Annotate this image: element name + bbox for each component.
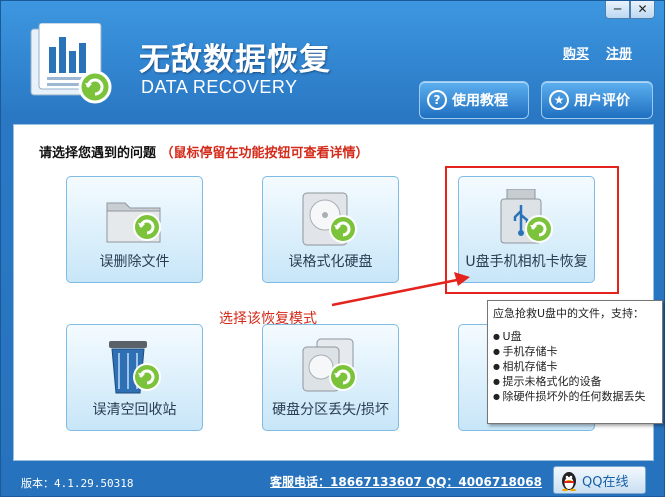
tooltip-item: 提示未格式化的设备 [493, 374, 657, 389]
app-logo-icon [30, 23, 112, 104]
tooltip-item: 除硬件损坏外的任何数据丢失 [493, 389, 657, 404]
tooltip-heading: 应急抢救U盘中的文件，支持： [493, 307, 645, 320]
folder-recover-icon [106, 202, 161, 243]
prompt-hint: （鼠标停留在功能按钮可查看详情） [160, 146, 369, 161]
minimize-button[interactable]: ─ [605, 1, 630, 19]
tile-deleted-files[interactable]: 误删除文件 [66, 176, 203, 283]
close-button[interactable]: ✕ [630, 1, 655, 19]
tile-partition-lost[interactable]: 硬盘分区丢失/损坏 [262, 324, 399, 431]
tooltip-item: 相机存储卡 [493, 359, 657, 374]
tooltip-item: 手机存储卡 [493, 344, 657, 359]
tooltip-item: U盘 [493, 329, 657, 344]
qq-label: QQ在线 [582, 474, 629, 490]
contact-link[interactable]: 客服电话：18667133607 QQ：4006718068 [270, 473, 542, 490]
tile-label: 误删除文件 [99, 254, 170, 270]
prompt-text: 请选择您遇到的问题 （鼠标停留在功能按钮可查看详情） [39, 142, 369, 161]
recycle-bin-recover-icon [109, 341, 161, 394]
qq-penguin-icon [562, 472, 576, 491]
prompt-question: 请选择您遇到的问题 [39, 146, 157, 161]
question-icon: ? [427, 90, 447, 110]
annotation-text: 选择该恢复模式 [219, 311, 317, 327]
review-label: 用户评价 [574, 93, 630, 109]
tutorial-label: 使用教程 [452, 93, 508, 109]
mode-panel: 请选择您遇到的问题 （鼠标停留在功能按钮可查看详情） 误删除文件 误格式化硬盘 … [13, 124, 663, 461]
qq-online-button[interactable]: QQ在线 [553, 466, 646, 494]
version-text: 版本：4.1.29.50318 [21, 477, 134, 490]
thumbs-up-icon: ★ [549, 90, 569, 110]
tutorial-button[interactable]: ? 使用教程 [419, 81, 529, 119]
buy-link[interactable]: 购买 [563, 43, 589, 62]
app-subtitle: DATA RECOVERY [141, 77, 298, 97]
disk-recover-icon [302, 192, 357, 246]
tooltip-list: U盘 手机存储卡 相机存储卡 提示未格式化的设备 除硬件损坏外的任何数据丢失 [493, 329, 657, 404]
user-review-button[interactable]: ★ 用户评价 [541, 81, 653, 119]
partition-recover-icon [302, 338, 357, 392]
tile-recycle-bin[interactable]: 误清空回收站 [66, 324, 203, 431]
usb-tooltip: 应急抢救U盘中的文件，支持： U盘 手机存储卡 相机存储卡 提示未格式化的设备 … [487, 300, 663, 424]
tile-label: 硬盘分区丢失/损坏 [272, 402, 389, 418]
app-window: ─ ✕ 无敌数据恢复 DATA RECOVERY 购买 注册 ? 使用教程 ★ … [0, 0, 665, 497]
app-title: 无敌数据恢复 [139, 42, 331, 78]
tile-label: 误清空回收站 [92, 402, 177, 418]
register-link[interactable]: 注册 [606, 43, 632, 62]
